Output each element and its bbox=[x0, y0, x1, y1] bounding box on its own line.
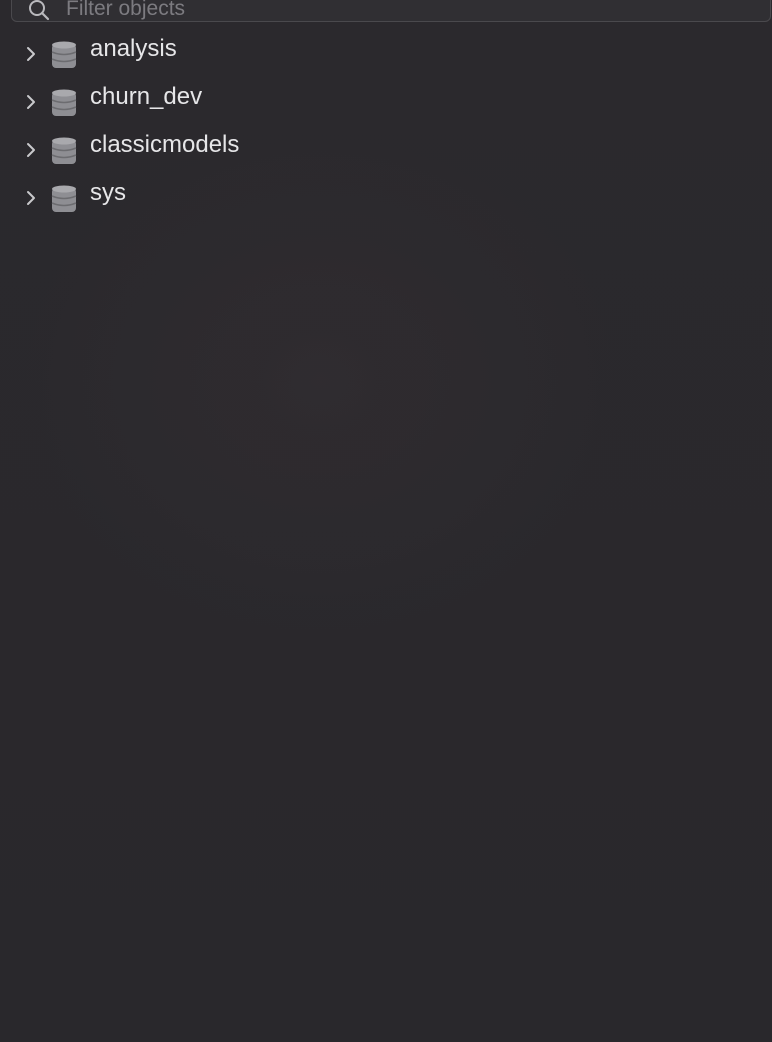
chevron-right-icon[interactable] bbox=[21, 140, 41, 160]
filter-bar bbox=[11, 0, 771, 22]
database-icon bbox=[51, 41, 77, 68]
tree-item-label: churn_dev bbox=[90, 83, 203, 110]
object-explorer-panel: analysis churn_dev c bbox=[0, 0, 772, 1042]
tree-item-label: classicmodels bbox=[90, 131, 240, 158]
tree-item-sys[interactable]: sys bbox=[0, 174, 772, 222]
tree-item-classicmodels[interactable]: classicmodels bbox=[0, 126, 772, 174]
search-icon bbox=[29, 0, 50, 21]
database-icon bbox=[51, 89, 77, 116]
tree-item-analysis[interactable]: analysis bbox=[0, 30, 772, 78]
database-tree: analysis churn_dev classicmodels sys bbox=[0, 30, 772, 222]
database-icon bbox=[51, 185, 77, 212]
chevron-right-icon[interactable] bbox=[21, 92, 41, 112]
chevron-right-icon[interactable] bbox=[21, 188, 41, 208]
tree-item-churn-dev[interactable]: churn_dev bbox=[0, 78, 772, 126]
tree-item-label: sys bbox=[90, 179, 126, 206]
chevron-right-icon[interactable] bbox=[21, 44, 41, 64]
database-icon bbox=[51, 137, 77, 164]
tree-item-label: analysis bbox=[90, 35, 177, 62]
filter-objects-input[interactable] bbox=[66, 0, 746, 21]
